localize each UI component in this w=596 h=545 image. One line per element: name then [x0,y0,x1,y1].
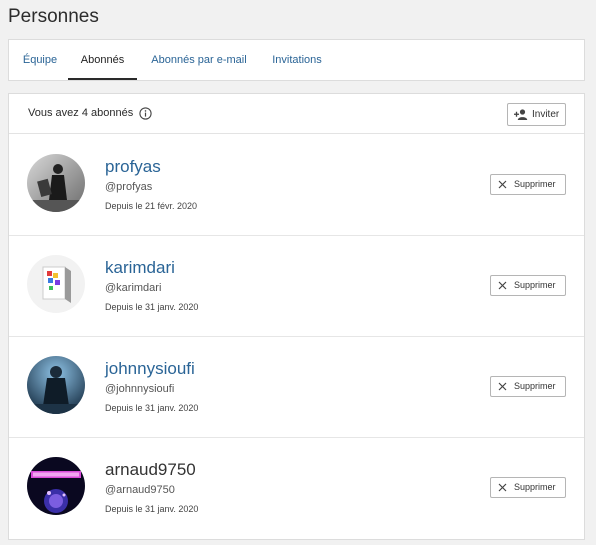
add-user-icon [514,109,528,120]
avatar[interactable] [27,457,85,515]
subscriber-row: profyas @profyas Depuis le 21 févr. 2020… [9,135,584,236]
close-x-icon [498,180,507,189]
remove-button[interactable]: Supprimer [490,376,566,397]
subscriber-name[interactable]: arnaud9750 [105,460,196,480]
subscribers-card: Vous avez 4 abonnés Inviter profyas @pro… [8,93,585,540]
tab-abonnes-email[interactable]: Abonnés par e-mail [148,40,250,80]
subscriber-since: Depuis le 31 janv. 2020 [105,504,199,514]
subscriber-since: Depuis le 21 févr. 2020 [105,201,198,211]
invite-label: Inviter [532,109,560,120]
remove-button[interactable]: Supprimer [490,174,566,195]
avatar[interactable] [27,356,85,414]
close-x-icon [498,281,507,290]
close-x-icon [498,382,507,391]
subscriber-since: Depuis le 31 janv. 2020 [105,403,199,413]
subscriber-row: johnnysioufi @johnnysioufi Depuis le 31 … [9,337,584,438]
remove-button[interactable]: Supprimer [490,275,566,296]
remove-label: Supprimer [514,482,556,492]
remove-label: Supprimer [514,179,556,189]
remove-button[interactable]: Supprimer [490,477,566,498]
subscriber-row: arnaud9750 @arnaud9750 Depuis le 31 janv… [9,438,584,539]
subscriber-handle: @arnaud9750 [105,484,175,496]
avatar[interactable] [27,154,85,212]
subscriber-handle: @johnnysioufi [105,383,175,395]
subscriber-name[interactable]: johnnysioufi [105,359,195,379]
card-header: Vous avez 4 abonnés Inviter [9,94,584,134]
tabs-bar: Équipe Abonnés Abonnés par e-mail Invita… [8,39,585,81]
close-x-icon [498,483,507,492]
remove-label: Supprimer [514,280,556,290]
info-icon[interactable] [139,107,152,120]
invite-button[interactable]: Inviter [507,103,566,126]
page-title: Personnes [8,6,99,27]
subscriber-name[interactable]: karimdari [105,258,175,278]
tab-abonnes[interactable]: Abonnés [68,40,137,80]
subscriber-count: Vous avez 4 abonnés [28,107,134,119]
tab-invitations[interactable]: Invitations [270,40,324,80]
subscriber-row: karimdari @karimdari Depuis le 31 janv. … [9,236,584,337]
subscriber-handle: @karimdari [105,282,162,294]
remove-label: Supprimer [514,381,556,391]
tab-equipe[interactable]: Équipe [20,40,60,80]
avatar[interactable] [27,255,85,313]
subscriber-name[interactable]: profyas [105,157,161,177]
subscriber-since: Depuis le 31 janv. 2020 [105,302,199,312]
subscriber-handle: @profyas [105,181,153,193]
